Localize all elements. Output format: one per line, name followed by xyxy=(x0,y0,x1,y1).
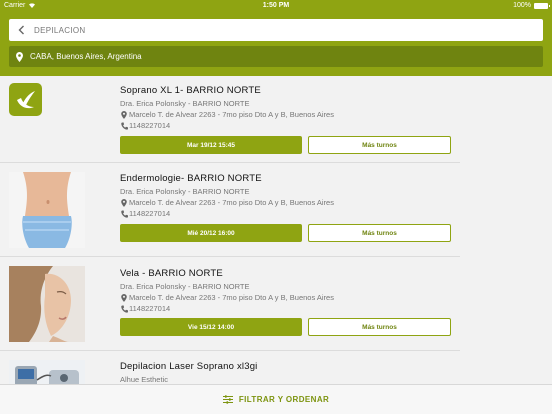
filter-sliders-icon xyxy=(222,395,233,405)
face-photo xyxy=(9,266,85,342)
result-card[interactable]: Soprano XL 1- BARRIO NORTE Dra. Erica Po… xyxy=(0,76,460,163)
search-query[interactable]: DEPILACION xyxy=(34,26,85,35)
phone-icon xyxy=(120,209,128,218)
result-card[interactable]: Depilacion Laser Soprano xl3gi Alhue Est… xyxy=(0,352,460,384)
doctor-text: Dra. Erica Polonsky - BARRIO NORTE xyxy=(120,282,250,291)
result-title[interactable]: Depilacion Laser Soprano xl3gi xyxy=(120,361,258,372)
filter-sort-label[interactable]: FILTRAR Y ORDENAR xyxy=(239,395,329,404)
address-text: Marcelo T. de Alvear 2263 - 7mo piso Dto… xyxy=(129,110,334,119)
more-appointments-button[interactable]: Más turnos xyxy=(308,136,451,154)
result-phone[interactable]: 1148227014 xyxy=(120,121,170,130)
phone-icon xyxy=(120,121,128,130)
phone-icon xyxy=(120,304,128,313)
next-appointment-button[interactable]: Mié 20/12 16:00 xyxy=(120,224,302,242)
result-doctor: Dra. Erica Polonsky - BARRIO NORTE xyxy=(120,99,249,108)
address-text: Marcelo T. de Alvear 2263 - 7mo piso Dto… xyxy=(129,293,334,302)
result-title[interactable]: Vela - BARRIO NORTE xyxy=(120,268,223,279)
next-appointment-button[interactable]: Vie 15/12 14:00 xyxy=(120,318,302,336)
results-list: Soprano XL 1- BARRIO NORTE Dra. Erica Po… xyxy=(0,76,552,384)
result-doctor: Dra. Erica Polonsky - BARRIO NORTE xyxy=(120,187,249,196)
doctor-text: Dra. Erica Polonsky - BARRIO NORTE xyxy=(120,99,250,108)
address-text: Marcelo T. de Alvear 2263 - 7mo piso Dto… xyxy=(129,198,334,207)
phone-text: 1148227014 xyxy=(129,304,171,313)
search-bar[interactable]: DEPILACION xyxy=(9,19,543,41)
status-bar: Carrier 1:50 PM 100% xyxy=(0,0,552,12)
more-appointments-button[interactable]: Más turnos xyxy=(308,318,451,336)
result-address: Marcelo T. de Alvear 2263 - 7mo piso Dto… xyxy=(120,293,334,302)
next-appointment-button[interactable]: Mar 19/12 15:45 xyxy=(120,136,302,154)
result-title[interactable]: Endermologie- BARRIO NORTE xyxy=(120,173,262,184)
doctor-text: Alhue Esthetic xyxy=(120,375,168,384)
doctor-text: Dra. Erica Polonsky - BARRIO NORTE xyxy=(120,187,250,196)
waist-photo xyxy=(9,172,85,248)
header: DEPILACION CABA, Buenos Aires, Argentina xyxy=(0,12,552,76)
phone-text: 1148227014 xyxy=(129,209,171,218)
app-logo-icon xyxy=(9,83,42,116)
battery-status: 100% xyxy=(513,2,550,9)
more-appointments-button[interactable]: Más turnos xyxy=(308,224,451,242)
location-selector[interactable]: CABA, Buenos Aires, Argentina xyxy=(9,46,543,67)
location-pin-icon xyxy=(120,293,128,302)
result-card[interactable]: Vela - BARRIO NORTE Dra. Erica Polonsky … xyxy=(0,258,460,351)
result-doctor: Alhue Esthetic xyxy=(120,375,168,384)
phone-text: 1148227014 xyxy=(129,121,171,130)
device-photo xyxy=(9,360,85,384)
result-doctor: Dra. Erica Polonsky - BARRIO NORTE xyxy=(120,282,249,291)
location-pin-icon xyxy=(120,198,128,207)
location-pin-icon xyxy=(120,110,128,119)
result-address: Marcelo T. de Alvear 2263 - 7mo piso Dto… xyxy=(120,110,334,119)
clock: 1:50 PM xyxy=(262,2,290,9)
result-phone[interactable]: 1148227014 xyxy=(120,209,170,218)
back-chevron-icon[interactable] xyxy=(12,19,30,41)
battery-percent: 100% xyxy=(513,2,531,9)
result-address: Marcelo T. de Alvear 2263 - 7mo piso Dto… xyxy=(120,198,334,207)
result-phone[interactable]: 1148227014 xyxy=(120,304,170,313)
result-card[interactable]: Endermologie- BARRIO NORTE Dra. Erica Po… xyxy=(0,164,460,257)
location-pin-icon xyxy=(12,46,26,67)
battery-icon xyxy=(534,2,550,9)
location-text: CABA, Buenos Aires, Argentina xyxy=(30,52,142,61)
result-title[interactable]: Soprano XL 1- BARRIO NORTE xyxy=(120,85,261,96)
filter-sort-bar[interactable]: FILTRAR Y ORDENAR xyxy=(0,384,552,414)
